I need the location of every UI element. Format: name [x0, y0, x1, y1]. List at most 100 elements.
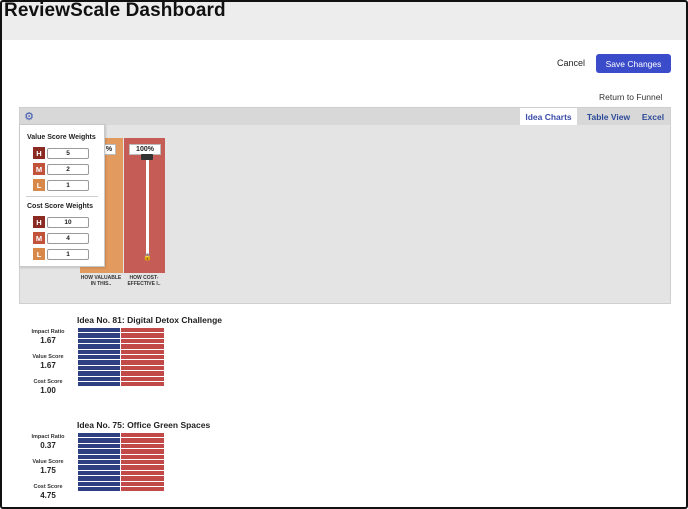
metric-value: 4.75 — [40, 491, 56, 500]
cost-bar-stripe — [121, 371, 164, 376]
tab-idea-charts[interactable]: Idea Charts — [520, 108, 577, 125]
value-bar-stripe — [78, 465, 120, 470]
cost-bar-stripe — [121, 365, 164, 371]
cost-bar-stripe — [121, 349, 164, 354]
cost-weights-heading: Cost Score Weights — [27, 203, 93, 210]
impact-ratio-metric: Impact Ratio 1.67 — [28, 329, 68, 345]
app-window: ReviewScale Dashboard Cancel Save Change… — [0, 0, 688, 509]
tab-bar: ⚙ Idea Charts Table View Excel — [20, 108, 670, 125]
cost-bar-stripe — [121, 382, 164, 387]
cost-slider-track[interactable] — [146, 158, 149, 254]
cost-bar-stripe — [121, 333, 164, 338]
gear-icon[interactable]: ⚙ — [22, 109, 36, 123]
cost-bar-stripe — [121, 465, 164, 470]
metric-value: 1.67 — [40, 336, 56, 345]
lock-icon[interactable]: 🔒 — [143, 254, 152, 262]
cost-weight-row-m: M 4 — [33, 232, 89, 244]
metric-label: Impact Ratio — [31, 434, 65, 440]
metric-label: Value Score — [32, 354, 64, 360]
cost-bar-stripe — [121, 470, 164, 476]
value-bar-stripe — [78, 328, 120, 333]
weight-letter-badge: H — [33, 216, 45, 228]
cost-bar-stripe — [121, 460, 164, 465]
cancel-button[interactable]: Cancel — [557, 58, 585, 68]
value-bar-stripe — [78, 376, 120, 381]
value-weight-h-input[interactable]: 5 — [47, 147, 89, 159]
header-spacer — [2, 28, 686, 40]
value-bar-stripe — [78, 338, 120, 344]
value-bar-stripe — [78, 433, 120, 438]
return-to-funnel-link[interactable]: Return to Funnel — [599, 92, 662, 102]
value-bar-stripe — [78, 470, 120, 476]
cost-weight-l-input[interactable]: 1 — [47, 248, 89, 260]
cost-bar-stripe — [121, 433, 164, 438]
value-bar-stripe — [78, 333, 120, 338]
app-title: ReviewScale Dashboard — [4, 0, 226, 21]
metric-value: 0.37 — [40, 441, 56, 450]
cost-bar-stripe — [121, 481, 164, 486]
value-bar-stripe — [78, 355, 120, 360]
cost-bar-stripe — [121, 355, 164, 360]
tab-table-view[interactable]: Table View — [581, 108, 636, 125]
cost-weight-m-input[interactable]: 4 — [47, 232, 89, 244]
save-changes-button[interactable]: Save Changes — [596, 54, 671, 73]
metric-label: Cost Score — [33, 379, 63, 385]
metric-value: 1.67 — [40, 361, 56, 370]
idea-title[interactable]: Idea No. 75: Office Green Spaces — [77, 420, 210, 430]
value-bar-stripe — [78, 382, 120, 387]
value-bar-stripe — [78, 476, 120, 481]
cost-column-label-line2: EFFECTIVE I.. — [127, 281, 161, 287]
weight-letter-badge: M — [33, 232, 45, 244]
value-bar-stripe — [78, 454, 120, 459]
value-bar-stripe — [78, 487, 120, 492]
value-weight-m-input[interactable]: 2 — [47, 163, 89, 175]
weight-letter-badge: L — [33, 179, 45, 191]
idea-score-bars — [78, 433, 164, 492]
cost-bar-stripe — [121, 376, 164, 381]
cost-bar-stripe — [121, 449, 164, 454]
value-weights-heading: Value Score Weights — [27, 134, 96, 141]
tab-excel[interactable]: Excel — [638, 108, 668, 125]
cost-score-metric: Cost Score 1.00 — [28, 379, 68, 395]
idea-score-bars — [78, 328, 164, 387]
value-bar-stripe — [78, 349, 120, 354]
value-weight-row-l: L 1 — [33, 179, 89, 191]
cost-bar-stripe — [121, 438, 164, 443]
metric-label: Value Score — [32, 459, 64, 465]
weight-letter-badge: L — [33, 248, 45, 260]
value-score-metric: Value Score 1.75 — [28, 459, 68, 475]
metric-value: 1.75 — [40, 466, 56, 475]
chart-panel: ⚙ Idea Charts Table View Excel % 100% 🔒 … — [19, 107, 671, 304]
impact-ratio-metric: Impact Ratio 0.37 — [28, 434, 68, 450]
weight-letter-badge: M — [33, 163, 45, 175]
cost-bar-column: 100% 🔒 — [124, 138, 165, 273]
cost-bar-stripe — [121, 476, 164, 481]
cost-bar-stripe — [121, 443, 164, 449]
value-bar-stripe — [78, 360, 120, 365]
cost-score-metric: Cost Score 4.75 — [28, 484, 68, 500]
cost-slider-handle[interactable] — [141, 154, 153, 160]
metric-label: Impact Ratio — [31, 329, 65, 335]
idea-title[interactable]: Idea No. 81: Digital Detox Challenge — [77, 315, 222, 325]
cost-column-label: HOW COST- EFFECTIVE I.. — [121, 275, 167, 287]
value-bar-stripe — [78, 449, 120, 454]
value-bar-stripe — [78, 443, 120, 449]
value-bar-stripe — [78, 438, 120, 443]
cost-bar-stripe — [121, 360, 164, 365]
value-weight-row-m: M 2 — [33, 163, 89, 175]
value-column-label-line2: IN THIS.. — [90, 281, 112, 287]
divider — [26, 196, 98, 197]
value-bar-stripe — [78, 460, 120, 465]
value-bar-stripe — [78, 481, 120, 486]
metric-label: Cost Score — [33, 484, 63, 490]
weight-letter-badge: H — [33, 147, 45, 159]
cost-bar-stripe — [121, 487, 164, 492]
cost-bar-stripe — [121, 338, 164, 344]
value-weight-l-input[interactable]: 1 — [47, 179, 89, 191]
cost-weight-row-l: L 1 — [33, 248, 89, 260]
value-score-metric: Value Score 1.67 — [28, 354, 68, 370]
value-bar-stripe — [78, 344, 120, 349]
cost-bar-stripe — [121, 328, 164, 333]
cost-weight-h-input[interactable]: 10 — [47, 216, 89, 228]
value-column-label: HOW VALUABLE IN THIS.. — [78, 275, 124, 287]
